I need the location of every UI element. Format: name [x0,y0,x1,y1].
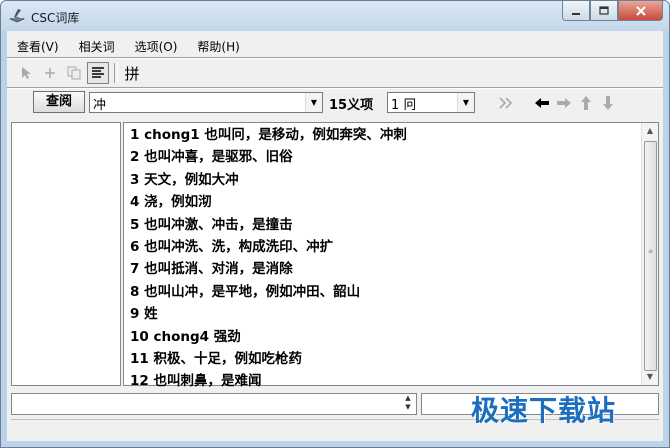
menu-related-words[interactable]: 相关词 [69,35,125,55]
title-bar[interactable]: CSC词库 [1,1,669,31]
menu-separator [7,57,663,59]
sense-combo[interactable]: 1 冋 ▼ [387,92,475,113]
back-button[interactable] [531,92,552,113]
app-window: CSC词库 查看(V) 相关词 选项(O) 帮助(H) 拼 查阅 冲 ▼ 15义… [0,0,670,448]
pointer-icon [22,67,31,79]
list-view-button[interactable] [87,62,109,84]
chevron-down-icon[interactable]: ▼ [457,93,474,112]
arrow-right-icon [556,97,571,108]
toolbar-search: 查阅 冲 ▼ 15义项 1 冋 ▼ [15,91,655,115]
arrow-down-icon [602,95,613,110]
down-button[interactable] [597,92,618,113]
definition-line: 11 积极、十足，例如吃枪药 [130,350,302,367]
up-button[interactable] [575,92,596,113]
watermark-text: 极速下载站 [471,394,617,427]
chevron-down-icon[interactable]: ▼ [305,93,322,112]
arrow-left-icon [534,97,549,108]
maximize-icon [599,5,609,15]
arrow-up-icon [580,95,591,110]
menu-options[interactable]: 选项(O) [125,35,188,55]
close-button[interactable] [618,1,663,21]
maximize-button[interactable] [590,1,618,21]
add-button[interactable] [39,62,61,84]
sense-count-label: 15义项 [329,98,374,113]
definition-pane[interactable]: 1 chong1 也叫冋，是移动，例如奔突、冲刺 2 也叫冲喜，是驱邪、旧俗 3 天… [123,122,659,389]
search-combo[interactable]: 冲 ▼ [89,92,323,113]
search-input-value[interactable]: 冲 [93,94,106,113]
definition-line: 7 也叫抵消、对消，是消除 [130,261,293,278]
pinyin-label: 拼 [124,64,140,83]
fast-forward-button[interactable] [495,92,516,113]
vertical-scrollbar[interactable]: ▲ ≡ ▼ [641,123,658,385]
definition-line: 9 姓 [130,306,158,323]
scroll-thumb[interactable]: ≡ [644,141,657,371]
pinyin-button[interactable]: 拼 [121,62,143,84]
input-field[interactable]: ▲ ▼ [11,393,417,415]
menu-bar: 查看(V) 相关词 选项(O) 帮助(H) [7,35,250,55]
definition-line: 8 也叫山冲，是平地，例如冲田、韶山 [130,283,361,300]
scroll-up-icon[interactable]: ▲ [642,123,658,139]
toolbar-primary: 拼 [15,61,145,85]
copy-icon [67,66,81,80]
plus-icon [45,68,55,78]
definition-line: 5 也叫冲激、冲击，是撞击 [130,216,293,233]
menu-view[interactable]: 查看(V) [7,35,69,55]
close-icon [635,5,646,16]
window-title: CSC词库 [31,11,80,25]
definition-line: 2 也叫冲喜，是驱邪、旧俗 [130,149,293,166]
toolbar-divider [114,63,118,83]
double-chevron-right-icon [498,96,512,109]
minimize-icon [572,12,580,15]
client-area: 查看(V) 相关词 选项(O) 帮助(H) 拼 查阅 冲 ▼ 15义项 1 冋 … [7,31,663,441]
toolbar-separator [7,87,663,89]
definition-line: 10 chong4 强劲 [130,328,241,345]
copy-button[interactable] [63,62,85,84]
definition-line: 4 浇，例如沏 [130,194,212,211]
lines-icon [92,67,104,78]
book-pen-icon [9,9,25,23]
scroll-down-icon[interactable]: ▼ [642,369,658,385]
sense-select-value[interactable]: 1 冋 [391,94,416,113]
word-list-pane[interactable] [11,122,121,386]
definition-line: 6 也叫冲洗、洗，构成洗印、冲扩 [130,238,334,255]
definition-line: 1 chong1 也叫冋，是移动，例如奔突、冲刺 [130,127,407,143]
definition-line: 3 天文，例如大冲 [130,171,239,188]
minimize-button[interactable] [562,1,590,21]
search-button[interactable]: 查阅 [33,91,85,113]
pointer-button[interactable] [15,62,37,84]
menu-help[interactable]: 帮助(H) [187,35,249,55]
spin-arrows-icon[interactable]: ▲ ▼ [400,394,416,414]
grip-icon: ≡ [647,248,654,255]
definition-list: 1 chong1 也叫冋，是移动，例如奔突、冲刺 2 也叫冲喜，是驱邪、旧俗 3 天… [130,124,630,393]
forward-button[interactable] [553,92,574,113]
